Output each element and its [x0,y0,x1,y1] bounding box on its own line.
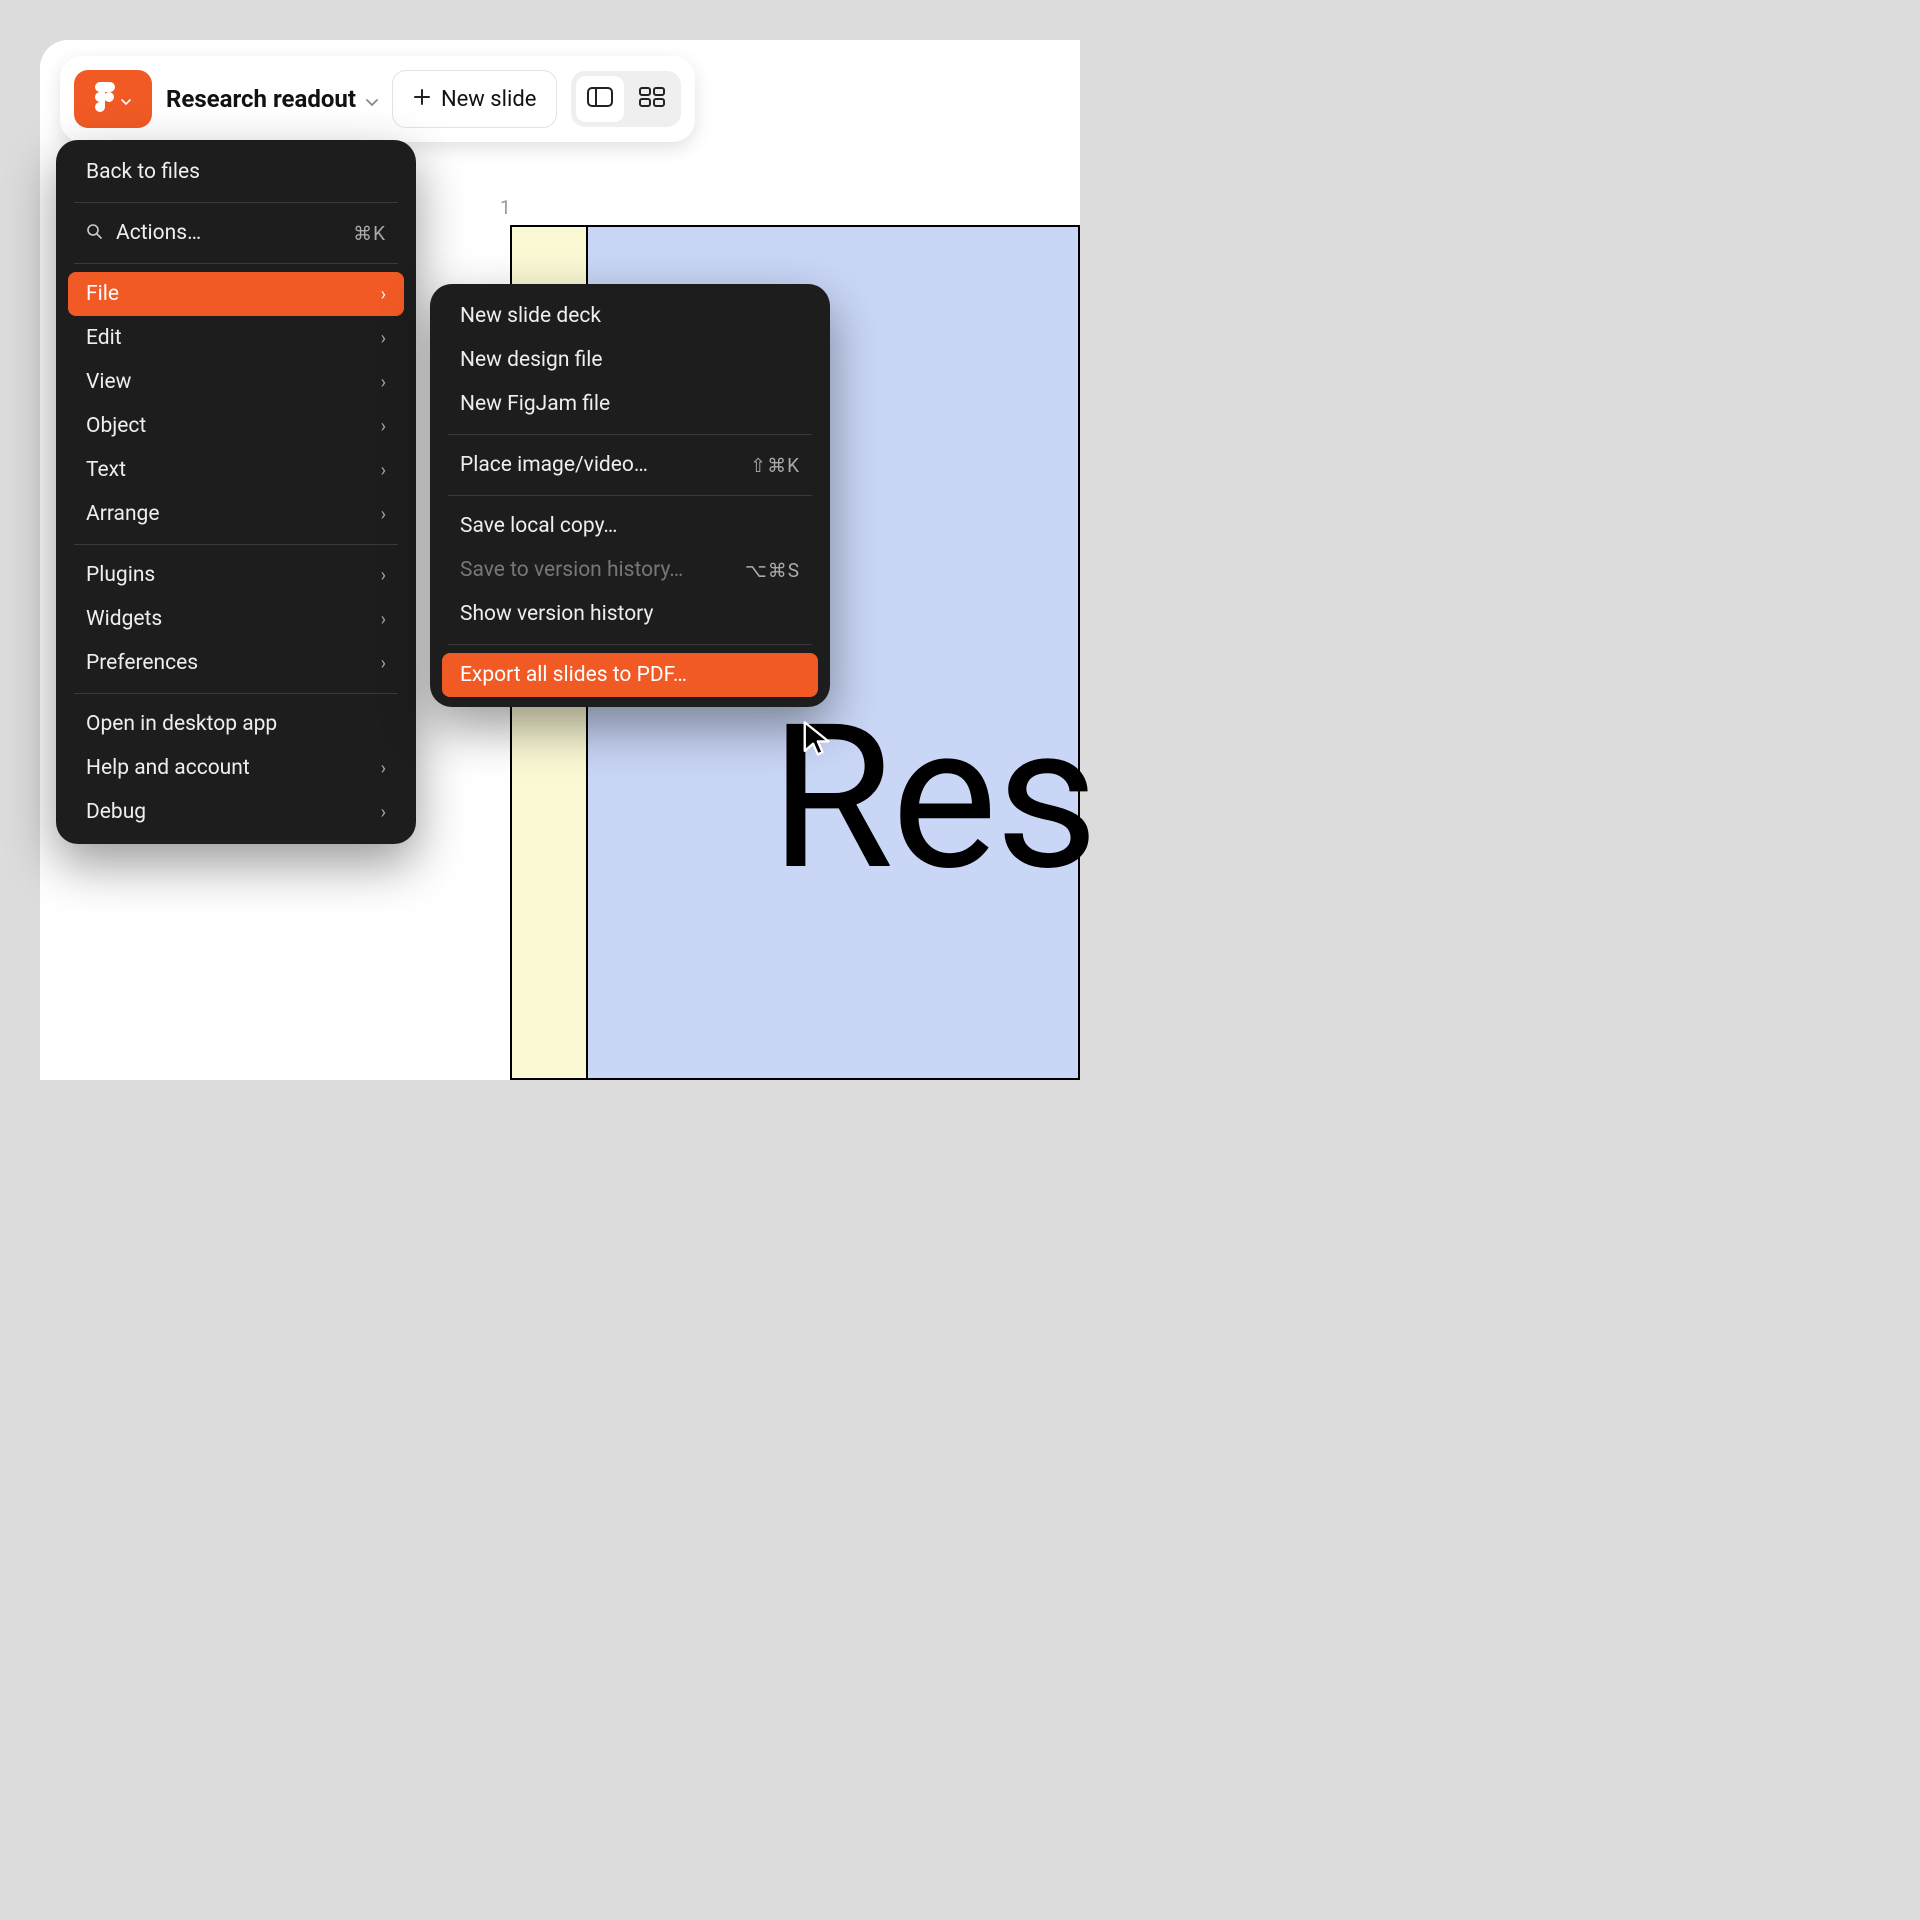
plus-icon [413,87,431,112]
submenu-item-export-pdf[interactable]: Export all slides to PDF… [442,653,818,697]
menu-item-edit[interactable]: Edit › [56,316,416,360]
document-title[interactable]: Research readout [166,85,378,113]
chevron-right-icon: › [381,504,386,525]
file-submenu: New slide deck New design file New FigJa… [430,284,830,707]
grid-view-icon [639,87,665,111]
chevron-right-icon: › [381,609,386,630]
menu-separator [74,202,398,203]
chevron-down-icon [366,85,378,113]
submenu-item-new-slide-deck[interactable]: New slide deck [430,294,830,338]
menu-item-file[interactable]: File › [68,272,404,316]
chevron-right-icon: › [381,284,386,305]
chevron-right-icon: › [381,802,386,823]
menu-shortcut: ⇧⌘K [750,454,800,477]
menu-separator [74,693,398,694]
submenu-item-place-image-video[interactable]: Place image/video… ⇧⌘K [430,443,830,487]
submenu-item-new-design-file[interactable]: New design file [430,338,830,382]
search-icon [86,221,102,245]
submenu-item-save-version-history[interactable]: Save to version history… ⌥⌘S [430,548,830,592]
menu-item-open-desktop-app[interactable]: Open in desktop app [56,702,416,746]
menu-separator [448,434,812,435]
menu-item-back-to-files[interactable]: Back to files [56,150,416,194]
menu-item-label: Actions… [116,221,201,245]
main-menu: Back to files Actions… ⌘K File › Edit › … [56,140,416,844]
new-slide-button[interactable]: New slide [392,70,557,128]
menu-item-help-account[interactable]: Help and account › [56,746,416,790]
chevron-right-icon: › [381,565,386,586]
menu-separator [74,544,398,545]
chevron-right-icon: › [381,416,386,437]
document-title-label: Research readout [166,85,356,113]
single-view-icon [587,87,613,111]
chevron-right-icon: › [381,328,386,349]
submenu-item-save-local-copy[interactable]: Save local copy… [430,504,830,548]
menu-item-view[interactable]: View › [56,360,416,404]
menu-item-widgets[interactable]: Widgets › [56,597,416,641]
submenu-item-new-figjam-file[interactable]: New FigJam file [430,382,830,426]
chevron-right-icon: › [381,460,386,481]
chevron-down-icon [121,90,131,109]
menu-separator [448,644,812,645]
menu-item-debug[interactable]: Debug › [56,790,416,834]
submenu-item-show-version-history[interactable]: Show version history [430,592,830,636]
chevron-right-icon: › [381,758,386,779]
top-toolbar: Research readout New slide [60,56,695,142]
figma-menu-button[interactable] [74,70,152,128]
menu-item-plugins[interactable]: Plugins › [56,553,416,597]
single-view-button[interactable] [576,76,624,122]
menu-separator [448,495,812,496]
menu-shortcut: ⌘K [353,222,386,245]
view-mode-toggle [571,71,681,127]
slide-title-text: Res [770,680,1097,915]
menu-item-actions[interactable]: Actions… ⌘K [56,211,416,255]
menu-item-text[interactable]: Text › [56,448,416,492]
figma-logo-icon [95,82,115,116]
menu-item-arrange[interactable]: Arrange › [56,492,416,536]
menu-item-preferences[interactable]: Preferences › [56,641,416,685]
chevron-right-icon: › [381,372,386,393]
chevron-right-icon: › [381,653,386,674]
slide-number: 1 [500,196,511,219]
cursor-pointer-icon [800,720,838,758]
new-slide-label: New slide [441,87,536,112]
menu-separator [74,263,398,264]
menu-shortcut: ⌥⌘S [745,559,800,582]
grid-view-button[interactable] [628,76,676,122]
menu-item-object[interactable]: Object › [56,404,416,448]
